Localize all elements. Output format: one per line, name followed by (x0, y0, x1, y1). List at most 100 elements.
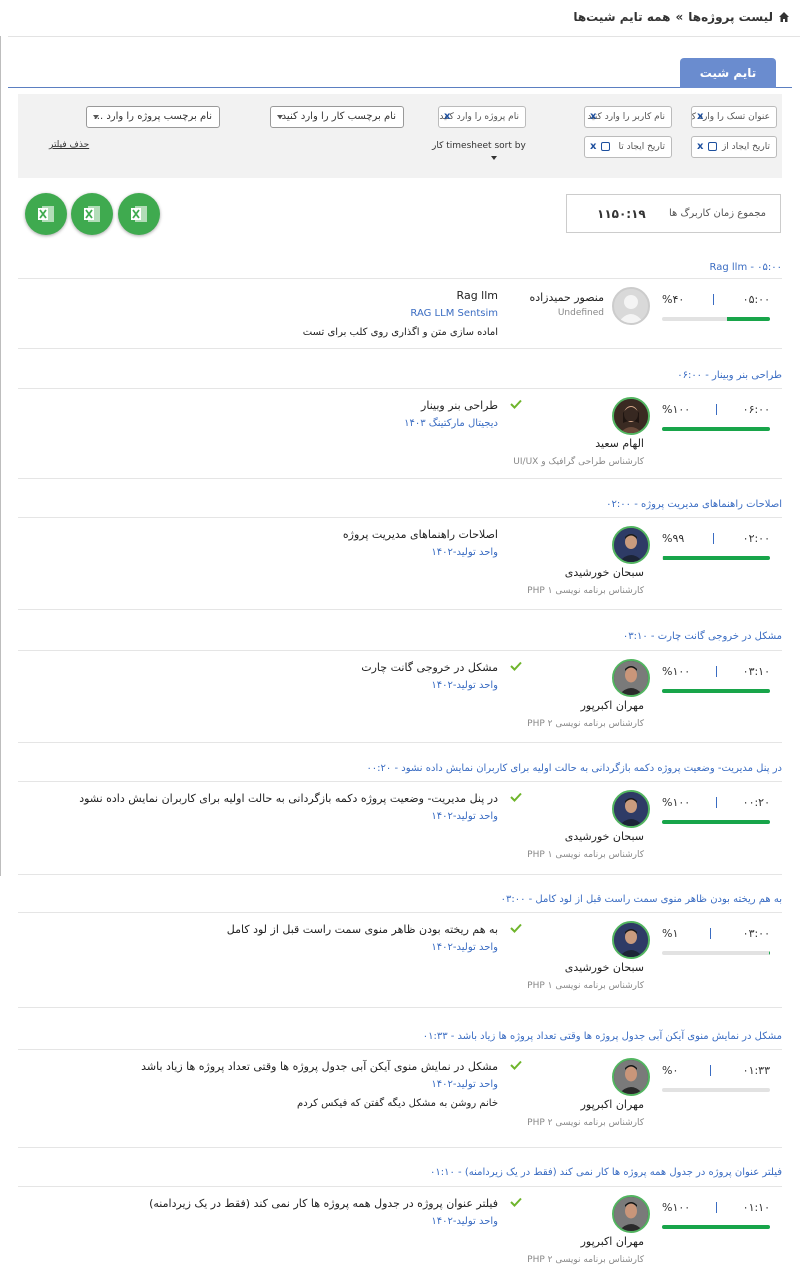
employee-name[interactable]: مهران اکبرپور (581, 1235, 644, 1248)
employee-name[interactable]: سبحان خورشیدی (565, 961, 644, 974)
group-title[interactable]: طراحی بنر وبینار - ۰۶:۰۰ (677, 370, 782, 381)
entry-percent: %۱۰۰ (662, 1201, 691, 1214)
entry-time: ۰۳:۱۰ (742, 665, 770, 678)
excel-export-button[interactable] (71, 193, 113, 235)
progress-bar-fill (663, 556, 770, 560)
check-icon (510, 792, 522, 802)
task-title[interactable]: مشکل در نمایش منوی آیکن آبی جدول پروژه ه… (141, 1060, 498, 1073)
group-title[interactable]: مشکل در نمایش منوی آیکن آبی جدول پروژه ه… (423, 1031, 782, 1042)
progress-bar-fill (768, 951, 770, 955)
project-name-filter[interactable]: نام پروژه را وارد کنید x (438, 106, 526, 128)
entry-stats: ۰۶:۰۰ %۱۰۰ (662, 403, 770, 416)
clear-icon[interactable]: x (590, 107, 596, 127)
home-icon[interactable] (778, 11, 790, 23)
entry-stats: ۰۵:۰۰ %۴۰ (662, 293, 770, 306)
stats-separator (715, 1202, 717, 1213)
group-divider (18, 609, 782, 610)
stats-separator (715, 404, 717, 415)
task-title[interactable]: مشکل در خروجی گانت چارت (361, 661, 498, 674)
group-divider (18, 1007, 782, 1008)
calendar-icon[interactable] (601, 142, 610, 151)
task-project-link[interactable]: دیجیتال مارکتینگ ۱۴۰۳ (404, 418, 498, 429)
clear-icon[interactable]: x (697, 137, 703, 157)
progress-bar-fill (662, 427, 770, 431)
sort-label: timesheet sort by (446, 141, 526, 151)
entry-time: ۰۱:۳۳ (742, 1064, 770, 1077)
check-icon (510, 923, 522, 933)
tab-timesheet[interactable]: تایم شیت (680, 58, 776, 88)
excel-export-button[interactable] (25, 193, 67, 235)
progress-bar (662, 951, 770, 955)
sort-select[interactable]: timesheet sort by کار (432, 141, 526, 151)
task-project-link[interactable]: واحد تولید-۱۴۰۲ (431, 680, 498, 691)
employee-role: کارشناس طراحی گرافیک و UI/UX (513, 457, 644, 467)
group-title[interactable]: اصلاحات راهنماهای مدیریت پروژه - ۰۲:۰۰ (606, 499, 782, 510)
tab-bar: تایم شیت (8, 58, 792, 88)
task-title[interactable]: Rag llm (457, 289, 498, 302)
work-tag-select[interactable]: نام برچسب کار را وارد کنید. (270, 106, 404, 128)
progress-bar (662, 1225, 770, 1229)
group-title[interactable]: به هم ریخته بودن ظاهر منوی سمت راست قبل … (501, 894, 782, 905)
task-title[interactable]: اصلاحات راهنماهای مدیریت پروژه (343, 528, 498, 541)
created-to-filter-placeholder: تاریخ ایجاد تا (618, 142, 665, 152)
created-from-filter[interactable]: تاریخ ایجاد از x (691, 136, 777, 158)
breadcrumb-parent[interactable]: لیست پروژه‌ها (688, 10, 773, 24)
calendar-icon[interactable] (708, 142, 717, 151)
avatar[interactable] (612, 287, 650, 325)
project-tag-select[interactable]: نام برچسب پروژه را وارد ... (86, 106, 220, 128)
progress-bar (662, 556, 770, 560)
task-project-link[interactable]: واحد تولید-۱۴۰۲ (431, 942, 498, 953)
task-project-link[interactable]: واحد تولید-۱۴۰۲ (431, 811, 498, 822)
entry-percent: %۱۰۰ (662, 665, 691, 678)
task-project-link[interactable]: RAG LLM Sentsim (410, 308, 498, 319)
header-divider (8, 36, 800, 37)
entry-time: ۰۶:۰۰ (742, 403, 770, 416)
clear-icon[interactable]: x (590, 137, 596, 157)
task-title[interactable]: به هم ریخته بودن ظاهر منوی سمت راست قبل … (227, 923, 498, 936)
timesheet-entry: ۰۲:۰۰ %۹۹ سبحان خورشیدی کارشناس برنامه نویس… (0, 518, 800, 608)
group-title[interactable]: Rag llm - ۰۵:۰۰ (710, 262, 783, 273)
avatar[interactable] (612, 1195, 650, 1233)
group-title[interactable]: مشکل در خروجی گانت چارت - ۰۳:۱۰ (623, 631, 782, 642)
task-title[interactable]: طراحی بنر وبینار (421, 399, 498, 412)
task-title[interactable]: در پنل مدیریت- وضعیت پروژه دکمه بازگردان… (79, 792, 498, 805)
work-tag-select-placeholder: نام برچسب کار را وارد کنید. (278, 111, 397, 122)
stats-separator (710, 1065, 712, 1076)
avatar[interactable] (612, 790, 650, 828)
employee-name[interactable]: مهران اکبرپور (581, 699, 644, 712)
employee-role: کارشناس برنامه نویسی PHP ۲ (527, 1118, 644, 1128)
entry-time: ۰۲:۰۰ (742, 532, 770, 545)
employee-name[interactable]: منصور حمیدزاده (529, 291, 604, 304)
group-title[interactable]: در پنل مدیریت- وضعیت پروژه دکمه بازگردان… (366, 763, 782, 774)
task-project-link[interactable]: واحد تولید-۱۴۰۲ (431, 1216, 498, 1227)
entry-time: ۰۵:۰۰ (742, 293, 770, 306)
employee-name[interactable]: سبحان خورشیدی (565, 566, 644, 579)
employee-name[interactable]: مهران اکبرپور (581, 1098, 644, 1111)
created-to-filter[interactable]: تاریخ ایجاد تا x (584, 136, 672, 158)
avatar[interactable] (612, 921, 650, 959)
avatar[interactable] (612, 659, 650, 697)
employee-name[interactable]: الهام سعید (595, 437, 644, 450)
entry-percent: %۱۰۰ (662, 403, 691, 416)
group-title[interactable]: فیلتر عنوان پروژه در جدول همه پروژه ها ک… (430, 1167, 782, 1178)
clear-icon[interactable]: x (444, 107, 450, 127)
timesheet-entry: ۰۵:۰۰ %۴۰ منصور حمیدزاده Undefined Rag llm RA… (0, 279, 800, 369)
task-project-link[interactable]: واحد تولید-۱۴۰۲ (431, 547, 498, 558)
task-project-link[interactable]: واحد تولید-۱۴۰۲ (431, 1079, 498, 1090)
employee-name[interactable]: سبحان خورشیدی (565, 830, 644, 843)
stats-separator (712, 294, 714, 305)
avatar[interactable] (612, 526, 650, 564)
avatar[interactable] (612, 1058, 650, 1096)
clear-filter-link[interactable]: حذف فیلتر (49, 140, 89, 150)
excel-icon (131, 206, 147, 222)
breadcrumb-separator: » (675, 10, 684, 24)
clear-icon[interactable]: x (697, 107, 703, 127)
task-title[interactable]: فیلتر عنوان پروژه در جدول همه پروژه ها ک… (149, 1197, 498, 1210)
task-title-filter[interactable]: عنوان تسک را وارد ک x (691, 106, 777, 128)
avatar[interactable] (612, 397, 650, 435)
sort-caret-icon[interactable] (491, 156, 497, 160)
excel-export-button[interactable] (118, 193, 160, 235)
filter-panel: عنوان تسک را وارد ک x نام کاربر را وارد … (18, 94, 782, 178)
username-filter[interactable]: نام کاربر را وارد کنید x (584, 106, 672, 128)
progress-bar (662, 689, 770, 693)
